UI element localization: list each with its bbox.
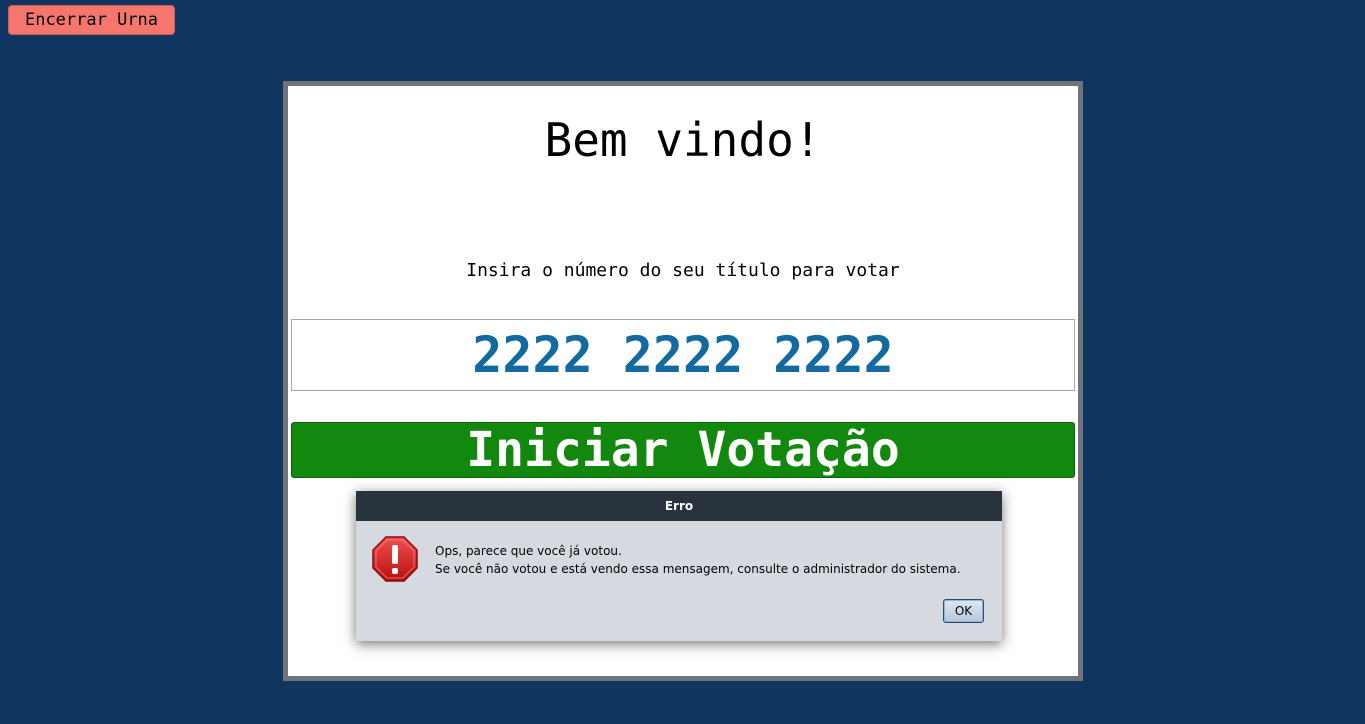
voter-title-input[interactable] — [291, 319, 1075, 391]
dialog-message: Ops, parece que você já votou. Se você n… — [435, 542, 961, 578]
error-dialog: Erro Ops, parece que você já votou. Se v… — [356, 491, 1002, 641]
ok-button[interactable]: OK — [943, 599, 984, 623]
start-voting-button[interactable]: Iniciar Votação — [291, 422, 1075, 478]
close-ballot-button[interactable]: Encerrar Urna — [8, 5, 175, 35]
dialog-message-line-2: Se você não votou e está vendo essa mens… — [435, 562, 961, 576]
dialog-title: Erro — [356, 491, 1002, 521]
instruction-text: Insira o número do seu título para votar — [466, 260, 900, 281]
welcome-title: Bem vindo! — [544, 113, 822, 167]
error-warning-icon — [371, 535, 419, 583]
dialog-message-line-1: Ops, parece que você já votou. — [435, 544, 622, 558]
